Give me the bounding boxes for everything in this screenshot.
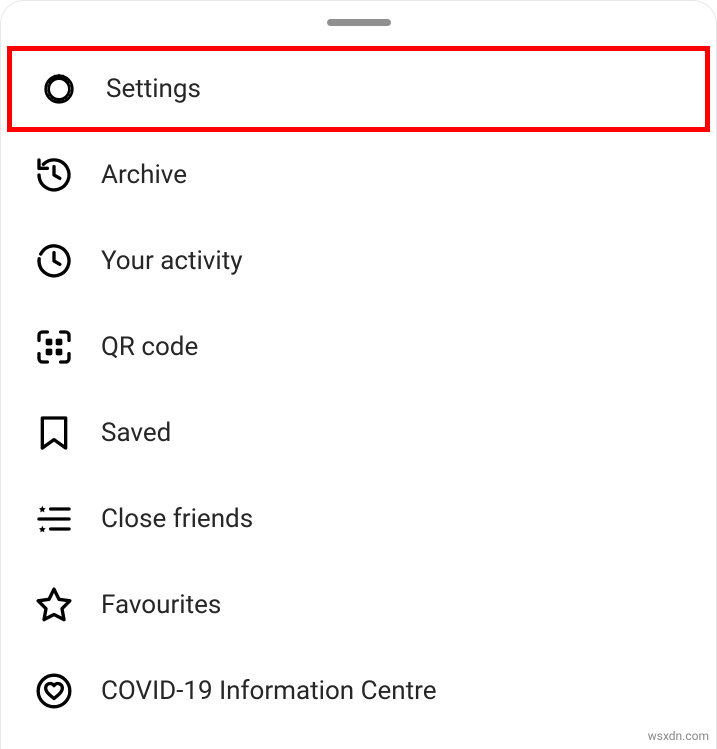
menu-item-favourites[interactable]: Favourites [1,562,716,648]
menu-item-qr-code[interactable]: QR code [1,304,716,390]
menu-item-close-friends[interactable]: Close friends [1,476,716,562]
menu-item-label: Close friends [101,504,253,534]
menu-item-label: Saved [101,418,171,448]
settings-gear-icon [38,68,80,110]
drag-handle[interactable] [327,19,391,26]
close-friends-list-icon [33,498,75,540]
menu-item-label: Favourites [101,590,221,620]
menu-item-label: Archive [101,160,187,190]
qr-code-icon [33,326,75,368]
watermark: wsxdn.com [648,729,709,743]
menu-item-covid-info[interactable]: COVID-19 Information Centre [1,648,716,734]
star-icon [33,584,75,626]
menu-item-label: COVID-19 Information Centre [101,676,437,706]
heart-circle-icon [33,670,75,712]
archive-clock-icon [33,154,75,196]
menu-item-archive[interactable]: Archive [1,132,716,218]
menu-item-label: Your activity [101,246,243,276]
menu-item-label: QR code [101,332,198,362]
menu-item-label: Settings [106,74,201,104]
menu-item-your-activity[interactable]: Your activity [1,218,716,304]
bottom-sheet: Settings Archive Your activity [0,0,717,749]
activity-clock-icon [33,240,75,282]
menu-item-saved[interactable]: Saved [1,390,716,476]
bookmark-icon [33,412,75,454]
menu-item-settings[interactable]: Settings [7,46,710,132]
